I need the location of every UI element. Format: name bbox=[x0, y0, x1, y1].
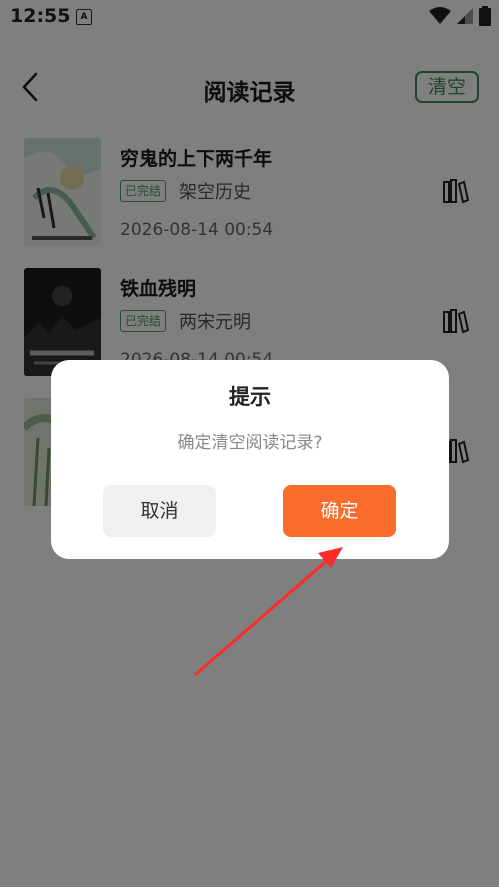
annotation-arrow-icon bbox=[194, 547, 343, 676]
